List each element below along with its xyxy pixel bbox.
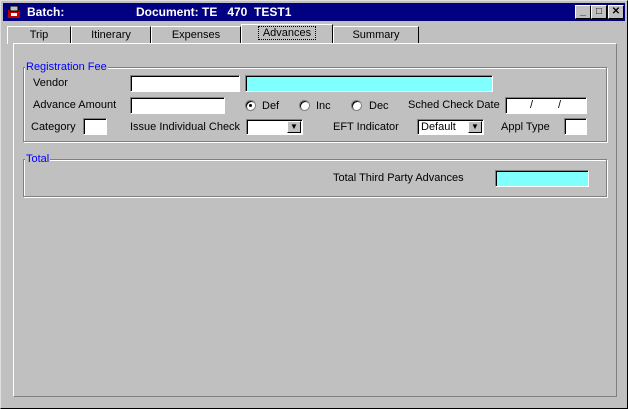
batch-label: Batch: — [27, 5, 65, 19]
radio-inc-label: Inc — [316, 100, 331, 112]
date-separator: / — [558, 99, 562, 111]
close-icon: ✕ — [611, 6, 621, 17]
eft-indicator-value: Default — [421, 121, 456, 133]
app-icon — [8, 5, 20, 18]
eft-indicator-select[interactable]: Default ▼ — [417, 119, 484, 135]
advance-amount-label: Advance Amount — [33, 99, 117, 111]
tab-label: Trip — [29, 29, 49, 41]
appl-type-field[interactable] — [564, 118, 587, 135]
tab-label: Summary — [352, 29, 400, 41]
vendor-label: Vendor — [33, 77, 68, 89]
radio-selected-dot — [249, 104, 252, 107]
tab-expenses[interactable]: Expenses — [151, 26, 241, 44]
tab-advances[interactable]: Advances — [241, 24, 333, 44]
issue-individual-check-label: Issue Individual Check — [130, 121, 241, 133]
radio-def-label: Def — [262, 100, 280, 112]
title-bar[interactable]: Batch: Document: TE 470 TEST1 _ □ ✕ — [3, 3, 625, 21]
tab-itinerary[interactable]: Itinerary — [71, 26, 151, 44]
sched-check-date-label: Sched Check Date — [408, 99, 500, 111]
chevron-down-icon[interactable]: ▼ — [287, 121, 301, 133]
radio-dec[interactable] — [351, 100, 362, 111]
sched-check-date-field[interactable]: / / — [505, 97, 587, 114]
total-third-party-advances-label: Total Third Party Advances — [333, 172, 464, 184]
date-separator: / — [530, 99, 534, 111]
eft-indicator-label: EFT Indicator — [333, 121, 399, 133]
maximize-icon: □ — [595, 6, 603, 17]
radio-def[interactable] — [245, 100, 256, 111]
tab-summary[interactable]: Summary — [333, 26, 419, 44]
vendor-code-field[interactable] — [130, 75, 240, 92]
radio-inc[interactable] — [299, 100, 310, 111]
appl-type-label: Appl Type — [501, 121, 550, 133]
close-button[interactable]: ✕ — [608, 5, 624, 19]
tab-label: Itinerary — [91, 29, 131, 41]
registration-fee-legend: Registration Fee — [25, 61, 108, 73]
tab-label: Advances — [257, 26, 317, 40]
advance-amount-field[interactable] — [130, 97, 225, 114]
category-label: Category — [31, 121, 76, 133]
minimize-button[interactable]: _ — [575, 5, 591, 19]
total-legend: Total — [25, 153, 51, 165]
app-window: Batch: Document: TE 470 TEST1 _ □ ✕ Trip… — [0, 0, 628, 409]
category-field[interactable] — [83, 118, 107, 135]
document-title: Document: TE 470 TEST1 — [136, 5, 292, 19]
tab-label: Expenses — [171, 29, 221, 41]
minimize-icon: _ — [580, 6, 586, 17]
radio-dec-label: Dec — [369, 100, 389, 112]
tab-trip[interactable]: Trip — [7, 26, 71, 44]
vendor-name-field — [245, 75, 493, 92]
issue-individual-check-select[interactable]: ▼ — [246, 119, 303, 135]
chevron-down-icon[interactable]: ▼ — [468, 121, 482, 133]
maximize-button[interactable]: □ — [591, 5, 607, 19]
total-third-party-advances-field — [495, 170, 589, 187]
